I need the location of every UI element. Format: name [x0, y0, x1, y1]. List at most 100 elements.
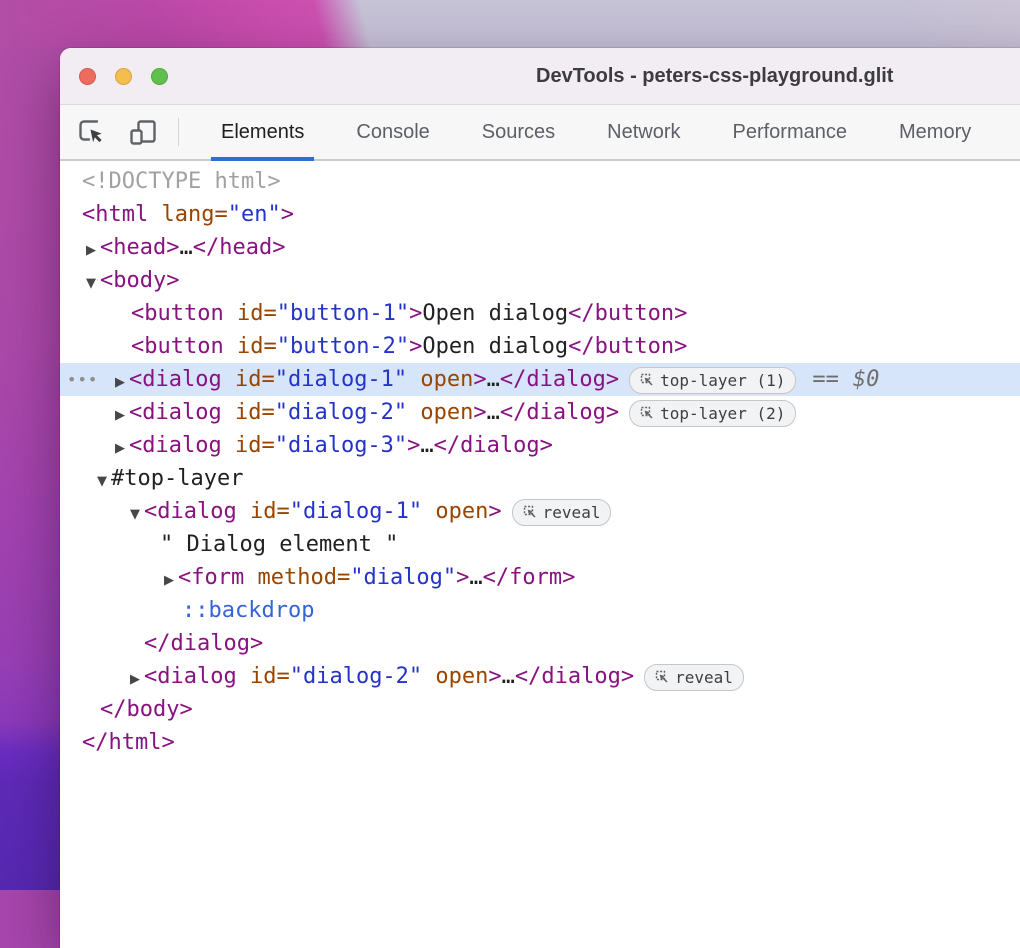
- code-token: id=: [235, 433, 275, 458]
- code-token: <dialog: [129, 433, 235, 458]
- code-token: …: [469, 565, 482, 590]
- devtools-window: DevTools - peters-css-playground.glit El…: [60, 48, 1020, 948]
- more-actions-icon[interactable]: •••: [67, 363, 98, 396]
- reveal-badge[interactable]: reveal: [512, 499, 612, 526]
- equals-sign: ==: [812, 367, 839, 392]
- tree-row[interactable]: ▶<dialog id="dialog-3">…</dialog>: [60, 429, 1020, 462]
- expand-arrow-icon[interactable]: ▼: [97, 465, 111, 498]
- tree-row[interactable]: <!DOCTYPE html>: [60, 165, 1020, 198]
- code-token: </dialog>: [434, 433, 553, 458]
- code-token: open: [407, 400, 473, 425]
- code-token: <form: [178, 565, 257, 590]
- tab-sources[interactable]: Sources: [456, 105, 581, 159]
- code-token: <!DOCTYPE html>: [82, 169, 281, 194]
- code-token: "dialog-2": [275, 400, 407, 425]
- reveal-adorner-icon: [640, 373, 654, 387]
- reveal-adorner-icon: [523, 505, 537, 519]
- expand-arrow-icon[interactable]: ▶: [86, 234, 100, 267]
- tree-row[interactable]: <button id="button-2">Open dialog</butto…: [60, 330, 1020, 363]
- code-token: Open dialog: [422, 301, 568, 326]
- code-token: </dialog>: [500, 367, 619, 392]
- code-token: …: [487, 400, 500, 425]
- reveal-adorner-icon: [640, 406, 654, 420]
- code-token: >: [456, 565, 469, 590]
- code-token: </form>: [483, 565, 576, 590]
- code-token: "dialog": [350, 565, 456, 590]
- tree-row[interactable]: </body>: [60, 693, 1020, 726]
- tree-row[interactable]: ▶<dialog id="dialog-2" open>…</dialog>re…: [60, 660, 1020, 693]
- code-token: <dialog: [144, 664, 250, 689]
- code-token: </dialog>: [515, 664, 634, 689]
- code-token: </html>: [82, 730, 175, 755]
- code-token: id=: [250, 664, 290, 689]
- tab-console[interactable]: Console: [330, 105, 455, 159]
- code-token: method=: [257, 565, 350, 590]
- code-token: …: [420, 433, 433, 458]
- code-token: <button: [131, 334, 237, 359]
- expand-arrow-icon[interactable]: ▶: [130, 663, 144, 696]
- tab-memory[interactable]: Memory: [873, 105, 997, 159]
- code-token: <dialog: [129, 367, 235, 392]
- badge-label: top-layer (1): [660, 371, 785, 390]
- code-token: >: [409, 334, 422, 359]
- badge-label: top-layer (2): [660, 404, 785, 423]
- tree-row[interactable]: ▶<head>…</head>: [60, 231, 1020, 264]
- code-token: …: [502, 664, 515, 689]
- code-token: >: [473, 400, 486, 425]
- tree-row[interactable]: </dialog>: [60, 627, 1020, 660]
- code-token: open: [422, 664, 488, 689]
- code-token: <button: [131, 301, 237, 326]
- tree-row[interactable]: </html>: [60, 726, 1020, 759]
- close-button[interactable]: [79, 68, 96, 85]
- expand-arrow-icon[interactable]: ▼: [86, 267, 100, 300]
- top-layer-badge[interactable]: top-layer (2): [629, 400, 796, 427]
- reveal-badge[interactable]: reveal: [644, 664, 744, 691]
- tree-row[interactable]: ▼#top-layer: [60, 462, 1020, 495]
- badge-label: reveal: [675, 668, 733, 687]
- titlebar[interactable]: DevTools - peters-css-playground.glit: [60, 48, 1020, 105]
- zoom-button[interactable]: [151, 68, 168, 85]
- tree-row[interactable]: ▼<body>: [60, 264, 1020, 297]
- expand-arrow-icon[interactable]: ▶: [164, 564, 178, 597]
- tree-row[interactable]: •••▶<dialog id="dialog-1" open>…</dialog…: [60, 363, 1020, 396]
- tree-row[interactable]: ▶<form method="dialog">…</form>: [60, 561, 1020, 594]
- tree-row[interactable]: ▼<dialog id="dialog-1" open>reveal: [60, 495, 1020, 528]
- expand-arrow-icon[interactable]: ▶: [115, 432, 129, 465]
- tab-elements[interactable]: Elements: [195, 105, 330, 159]
- code-token: >: [407, 433, 420, 458]
- code-token: "button-1": [277, 301, 409, 326]
- tree-row[interactable]: <button id="button-1">Open dialog</butto…: [60, 297, 1020, 330]
- code-token: >: [409, 301, 422, 326]
- device-toolbar-icon[interactable]: [128, 117, 158, 147]
- expand-arrow-icon[interactable]: ▶: [115, 366, 129, 399]
- tab-network[interactable]: Network: [581, 105, 706, 159]
- code-token: </button>: [568, 334, 687, 359]
- code-token: <dialog: [129, 400, 235, 425]
- code-token: </dialog>: [500, 400, 619, 425]
- code-token: </body>: [100, 697, 193, 722]
- inspect-element-icon[interactable]: [76, 117, 106, 147]
- minimize-button[interactable]: [115, 68, 132, 85]
- expand-arrow-icon[interactable]: ▼: [130, 498, 144, 531]
- code-token: id=: [237, 334, 277, 359]
- code-token: "button-2": [277, 334, 409, 359]
- code-token: </head>: [193, 235, 286, 260]
- reveal-adorner-icon: [655, 670, 669, 684]
- expand-arrow-icon[interactable]: ▶: [115, 399, 129, 432]
- code-token: open: [407, 367, 473, 392]
- code-token: id=: [237, 301, 277, 326]
- code-token: "dialog-2": [290, 664, 422, 689]
- top-layer-badge[interactable]: top-layer (1): [629, 367, 796, 394]
- tree-row[interactable]: ▶<dialog id="dialog-2" open>…</dialog> to…: [60, 396, 1020, 429]
- tab-strip: ElementsConsoleSourcesNetworkPerformance…: [195, 105, 997, 159]
- tree-row[interactable]: <html lang="en">: [60, 198, 1020, 231]
- tree-row[interactable]: " Dialog element ": [60, 528, 1020, 561]
- code-token: open: [422, 499, 488, 524]
- devtools-toolbar: ElementsConsoleSourcesNetworkPerformance…: [60, 105, 1020, 161]
- tree-row[interactable]: ::backdrop: [60, 594, 1020, 627]
- code-token: Open dialog: [422, 334, 568, 359]
- code-token: >: [473, 367, 486, 392]
- code-token: id=: [235, 400, 275, 425]
- code-token: <dialog: [144, 499, 250, 524]
- tab-performance[interactable]: Performance: [707, 105, 874, 159]
